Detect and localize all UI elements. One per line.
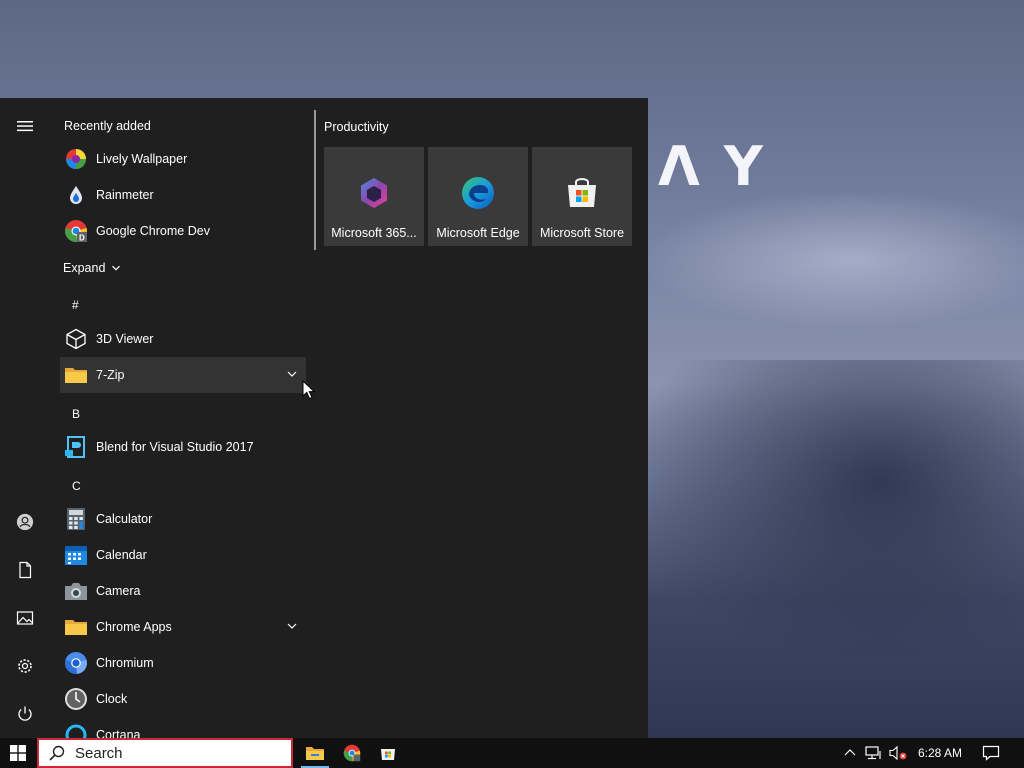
app-item-lively-wallpaper[interactable]: Lively Wallpaper: [60, 141, 306, 177]
camera-icon: [64, 579, 88, 603]
app-label: Cortana: [96, 728, 141, 738]
search-icon: [49, 745, 65, 761]
pictures-icon[interactable]: [5, 598, 45, 638]
rainmeter-icon: [64, 183, 88, 207]
mouse-cursor-icon: [302, 380, 316, 400]
app-item-google-chrome-dev[interactable]: D Google Chrome Dev: [60, 213, 306, 249]
calculator-icon: [64, 507, 88, 531]
chrome-icon: [343, 744, 361, 762]
app-label: Lively Wallpaper: [96, 152, 188, 166]
app-label: Camera: [96, 584, 141, 598]
edge-icon: [462, 177, 494, 209]
app-label: Google Chrome Dev: [96, 224, 210, 238]
tile-group-title[interactable]: Productivity: [324, 120, 389, 134]
app-label: Calendar: [96, 548, 147, 562]
folder-icon: [64, 615, 88, 639]
start-rail: [0, 98, 50, 738]
calendar-icon: [64, 543, 88, 567]
tile-microsoft-store[interactable]: Microsoft Store: [532, 147, 632, 246]
volume-button[interactable]: [887, 738, 909, 768]
app-label: Rainmeter: [96, 188, 154, 202]
section-letter-hash[interactable]: #: [72, 298, 79, 312]
app-label: Chrome Apps: [96, 620, 172, 634]
taskbar-chrome[interactable]: [334, 738, 370, 768]
blend-icon: [64, 435, 88, 459]
tile-microsoft-365[interactable]: Microsoft 365...: [324, 147, 424, 246]
app-label: Blend for Visual Studio 2017: [96, 440, 254, 454]
app-label: Clock: [96, 692, 128, 706]
3d-viewer-icon: [64, 327, 88, 351]
app-item-chrome-apps[interactable]: Chrome Apps: [60, 609, 306, 645]
app-item-3d-viewer[interactable]: 3D Viewer: [60, 321, 306, 357]
section-letter-b[interactable]: B: [72, 407, 80, 421]
app-item-7-zip[interactable]: 7-Zip: [60, 357, 306, 393]
menu-icon[interactable]: [5, 106, 45, 146]
file-explorer-icon: [306, 747, 324, 760]
microsoft-365-icon: [361, 178, 387, 208]
clock-icon: [64, 687, 88, 711]
chevron-down-icon[interactable]: [286, 368, 298, 380]
wallpaper-logo: ΛY: [658, 135, 787, 198]
app-label: 7-Zip: [96, 368, 125, 382]
search-box[interactable]: [37, 738, 293, 768]
volume-muted-icon: [889, 745, 907, 761]
app-item-chromium[interactable]: Chromium: [60, 645, 306, 681]
lively-wallpaper-icon: [64, 147, 88, 171]
app-label: Calculator: [96, 512, 153, 526]
tile-microsoft-edge[interactable]: Microsoft Edge: [428, 147, 528, 246]
chevron-up-icon: [844, 749, 856, 756]
app-label: 3D Viewer: [96, 332, 154, 346]
chevron-down-icon[interactable]: [286, 620, 298, 632]
app-item-calendar[interactable]: Calendar: [60, 537, 306, 573]
app-item-cortana[interactable]: Cortana: [60, 717, 306, 738]
settings-icon[interactable]: [5, 646, 45, 686]
start-button[interactable]: [0, 738, 36, 768]
wallpaper-haze: [640, 190, 1024, 330]
search-input[interactable]: [75, 744, 275, 762]
tile-label: Microsoft Store: [539, 226, 625, 240]
store-icon: [568, 178, 596, 207]
chevron-down-icon: [112, 265, 121, 271]
taskbar-file-explorer[interactable]: [297, 738, 333, 768]
network-status-button[interactable]: [863, 738, 885, 768]
user-icon[interactable]: [5, 502, 45, 542]
show-hidden-icons-button[interactable]: [840, 738, 860, 768]
app-item-clock[interactable]: Clock: [60, 681, 306, 717]
taskbar-microsoft-store[interactable]: [370, 738, 406, 768]
cortana-icon: [64, 723, 88, 738]
notification-icon: [982, 745, 1000, 761]
folder-icon: [64, 363, 88, 387]
store-icon: [381, 749, 395, 760]
tile-label: Microsoft Edge: [436, 226, 520, 240]
app-item-rainmeter[interactable]: Rainmeter: [60, 177, 306, 213]
start-menu: Recently added Lively Wallpaper Rainmete…: [0, 98, 648, 738]
app-item-blend[interactable]: Blend for Visual Studio 2017: [60, 429, 306, 465]
app-list: Recently added Lively Wallpaper Rainmete…: [60, 98, 310, 738]
recently-added-header: Recently added: [64, 119, 151, 133]
app-label: Chromium: [96, 656, 154, 670]
documents-icon[interactable]: [5, 550, 45, 590]
wallpaper-mountain: [640, 360, 1024, 660]
svg-text:D: D: [79, 234, 85, 243]
taskbar-clock[interactable]: 6:28 AM: [910, 738, 970, 768]
windows-logo-icon: [10, 745, 26, 761]
chrome-dev-icon: D: [64, 219, 88, 243]
expand-link[interactable]: Expand: [63, 261, 121, 275]
chromium-icon: [64, 651, 88, 675]
section-letter-c[interactable]: C: [72, 479, 81, 493]
power-icon[interactable]: [5, 694, 45, 734]
network-icon: [865, 746, 881, 760]
tile-label: Microsoft 365...: [331, 226, 417, 240]
expand-label: Expand: [63, 261, 106, 275]
list-tiles-divider: [314, 110, 316, 250]
app-item-camera[interactable]: Camera: [60, 573, 306, 609]
app-item-calculator[interactable]: Calculator: [60, 501, 306, 537]
action-center-button[interactable]: [978, 738, 1004, 768]
taskbar: 6:28 AM: [0, 738, 1024, 768]
